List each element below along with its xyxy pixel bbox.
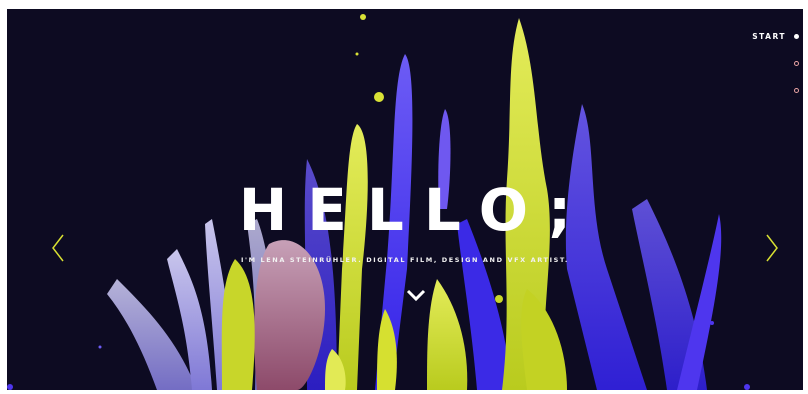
nav-item-2[interactable] [794, 56, 803, 70]
nav-item-start[interactable]: START [752, 29, 803, 43]
hero-subtitle: I'M LENA STEINRÜHLER. DIGITAL FILM, DESI… [240, 256, 569, 264]
nav-item-3[interactable] [794, 83, 803, 97]
chevron-right-icon [766, 234, 778, 262]
nav-dot [794, 60, 799, 66]
chevron-left-icon [52, 234, 64, 262]
nav-dot-active [794, 33, 799, 39]
hero-section: HELLO; I'M LENA STEINRÜHLER. DIGITAL FIL… [7, 9, 803, 390]
hero-title: HELLO; [238, 176, 592, 244]
nav-item-label: START [752, 31, 786, 41]
chevron-down-icon [406, 289, 426, 302]
nav-dot [794, 87, 799, 93]
next-slide-button[interactable] [759, 231, 783, 265]
scroll-down-button[interactable] [405, 287, 427, 305]
prev-slide-button[interactable] [47, 231, 71, 265]
